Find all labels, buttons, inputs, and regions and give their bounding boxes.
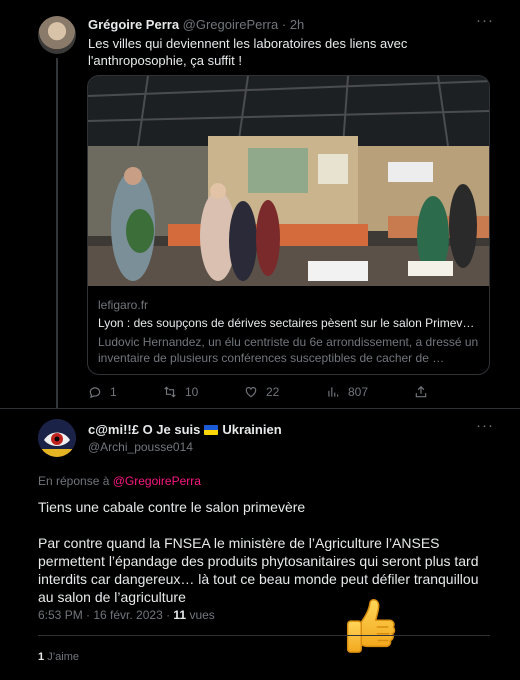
tweet-text: Tiens une cabale contre le salon primevè… [38, 498, 488, 624]
card-title: Lyon : des soupçons de dérives sectaires… [98, 316, 475, 330]
tweet-header: c@mi!!£ O Je suis Ukrainien [88, 422, 282, 437]
tweet-meta: 6:53 PM · 16 févr. 2023 · 11 vues [38, 608, 215, 622]
share-button[interactable] [414, 385, 428, 399]
author-name[interactable]: Grégoire Perra [88, 17, 179, 32]
tweet-header: Grégoire Perra @GregoirePerra · 2h [88, 17, 304, 32]
tweet-text: Les villes qui deviennent les laboratoir… [88, 36, 408, 68]
views-button[interactable]: 807 [326, 385, 368, 399]
like-button[interactable]: 22 [244, 385, 279, 399]
tweet-paragraph-2: Par contre quand la FNSEA le ministère d… [38, 535, 479, 605]
author-name-suffix[interactable]: Ukrainien [222, 422, 281, 437]
tweet-1[interactable]: Grégoire Perra @GregoirePerra · 2h ··· L… [0, 0, 520, 408]
reply-prefix: En réponse à [38, 474, 110, 488]
views-icon [328, 387, 339, 397]
thread-line [56, 58, 58, 408]
tweet-actions: 1 10 22 807 [88, 385, 498, 403]
timestamp[interactable]: 6:53 PM · 16 févr. 2023 · [38, 608, 170, 622]
ukraine-flag-icon [204, 424, 219, 435]
author-handle[interactable]: @Archi_pousse014 [88, 440, 193, 454]
likes-summary[interactable]: 1 J’aime [38, 651, 79, 663]
tweet-paragraph-1: Tiens une cabale contre le salon primevè… [38, 499, 306, 515]
more-icon[interactable]: ··· [476, 12, 494, 29]
retweet-icon [164, 386, 176, 398]
views-label: vues [189, 608, 215, 622]
eye-avatar-icon [38, 419, 76, 457]
reply-count: 1 [110, 385, 117, 399]
thumbs-up-emoji [346, 599, 396, 653]
reply-button[interactable]: 1 [88, 385, 117, 399]
card-description: Ludovic Hernandez, un élu centriste du 6… [98, 335, 479, 365]
divider [38, 635, 490, 636]
views-count: 11 [173, 608, 187, 622]
tweet-time[interactable]: · 2h [282, 17, 304, 32]
share-icon [415, 385, 427, 398]
author-handle[interactable]: @GregoirePerra [183, 17, 279, 32]
author-name[interactable]: c@mi!!£ O Je suis [88, 422, 200, 437]
more-icon[interactable]: ··· [476, 417, 494, 434]
link-card[interactable]: lefigaro.fr Lyon : des soupçons de dériv… [87, 75, 490, 375]
avatar[interactable] [38, 16, 76, 54]
retweet-count: 10 [185, 385, 199, 399]
views-count: 807 [348, 385, 369, 399]
retweet-button[interactable]: 10 [163, 385, 198, 399]
card-domain: lefigaro.fr [98, 298, 149, 312]
reply-icon [89, 387, 101, 399]
reply-context: En réponse à @GregoirePerra [38, 474, 201, 488]
like-count: 22 [266, 385, 280, 399]
reply-to-link[interactable]: @GregoirePerra [113, 474, 201, 488]
card-image [88, 76, 489, 286]
tweet-2[interactable]: c@mi!!£ O Je suis Ukrainien @Archi_pouss… [0, 408, 520, 680]
like-icon [245, 387, 257, 398]
likes-count: 1 [38, 651, 45, 663]
likes-label: J’aime [47, 651, 79, 663]
avatar[interactable] [38, 419, 76, 457]
